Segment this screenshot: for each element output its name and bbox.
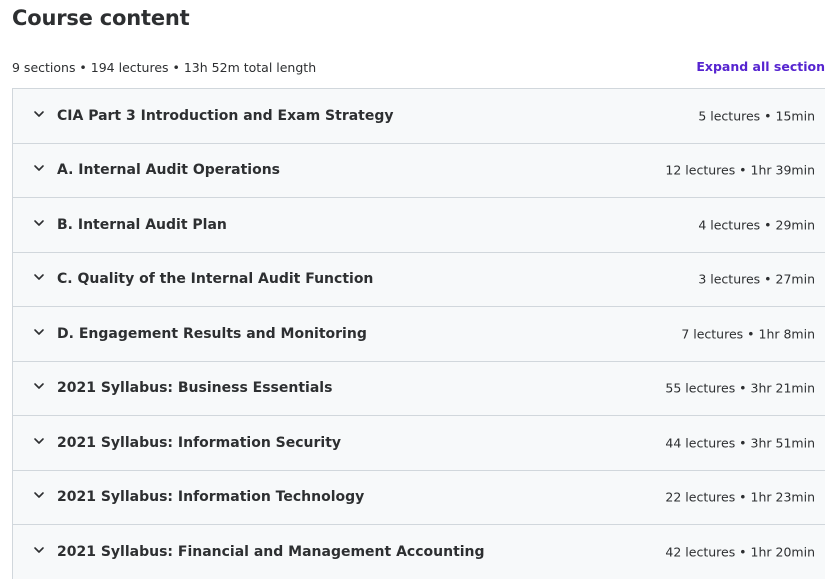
section-meta: 42 lectures • 1hr 20min (665, 544, 815, 560)
section-item[interactable]: D. Engagement Results and Monitoring 7 l… (13, 306, 825, 361)
section-meta: 44 lectures • 3hr 51min (665, 435, 815, 451)
chevron-down-icon[interactable] (33, 435, 45, 447)
section-title: 2021 Syllabus: Financial and Management … (57, 543, 485, 560)
section-title: 2021 Syllabus: Information Security (57, 434, 342, 451)
section-list: CIA Part 3 Introduction and Exam Strateg… (12, 88, 825, 579)
section-title: B. Internal Audit Plan (57, 216, 227, 233)
chevron-down-icon[interactable] (33, 326, 45, 338)
section-meta: 12 lectures • 1hr 39min (665, 162, 815, 178)
expand-all-sections-button[interactable]: Expand all section (696, 59, 825, 75)
chevron-down-icon[interactable] (33, 271, 45, 283)
chevron-down-icon[interactable] (33, 489, 45, 501)
page-title: Course content (12, 6, 190, 30)
section-title: C. Quality of the Internal Audit Functio… (57, 271, 374, 288)
section-title: A. Internal Audit Operations (57, 162, 281, 179)
section-item[interactable]: C. Quality of the Internal Audit Functio… (13, 251, 825, 306)
chevron-down-icon[interactable] (33, 162, 45, 174)
section-item[interactable]: B. Internal Audit Plan 4 lectures • 29mi… (13, 197, 825, 252)
section-meta: 4 lectures • 29min (698, 217, 815, 233)
section-meta: 22 lectures • 1hr 23min (665, 489, 815, 505)
section-item[interactable]: 2021 Syllabus: Financial and Management … (13, 524, 825, 579)
section-title: 2021 Syllabus: Business Essentials (57, 380, 333, 397)
section-meta: 5 lectures • 15min (698, 108, 815, 124)
chevron-down-icon[interactable] (33, 108, 45, 120)
course-content-panel: Course content 9 sections • 194 lectures… (0, 0, 825, 587)
section-title: D. Engagement Results and Monitoring (57, 325, 367, 342)
section-item[interactable]: 2021 Syllabus: Information Technology 22… (13, 469, 825, 524)
section-meta: 7 lectures • 1hr 8min (681, 326, 815, 342)
section-item[interactable]: 2021 Syllabus: Business Essentials 55 le… (13, 360, 825, 415)
section-title: 2021 Syllabus: Information Technology (57, 489, 365, 506)
section-meta: 3 lectures • 27min (698, 271, 815, 287)
section-item[interactable]: A. Internal Audit Operations 12 lectures… (13, 142, 825, 197)
course-summary: 9 sections • 194 lectures • 13h 52m tota… (12, 60, 317, 75)
chevron-down-icon[interactable] (33, 544, 45, 556)
chevron-down-icon[interactable] (33, 217, 45, 229)
section-item[interactable]: CIA Part 3 Introduction and Exam Strateg… (13, 88, 825, 143)
section-meta: 55 lectures • 3hr 21min (665, 380, 815, 396)
section-title: CIA Part 3 Introduction and Exam Strateg… (57, 107, 394, 124)
chevron-down-icon[interactable] (33, 380, 45, 392)
section-item[interactable]: 2021 Syllabus: Information Security 44 l… (13, 415, 825, 470)
course-summary-row: 9 sections • 194 lectures • 13h 52m tota… (12, 58, 825, 78)
